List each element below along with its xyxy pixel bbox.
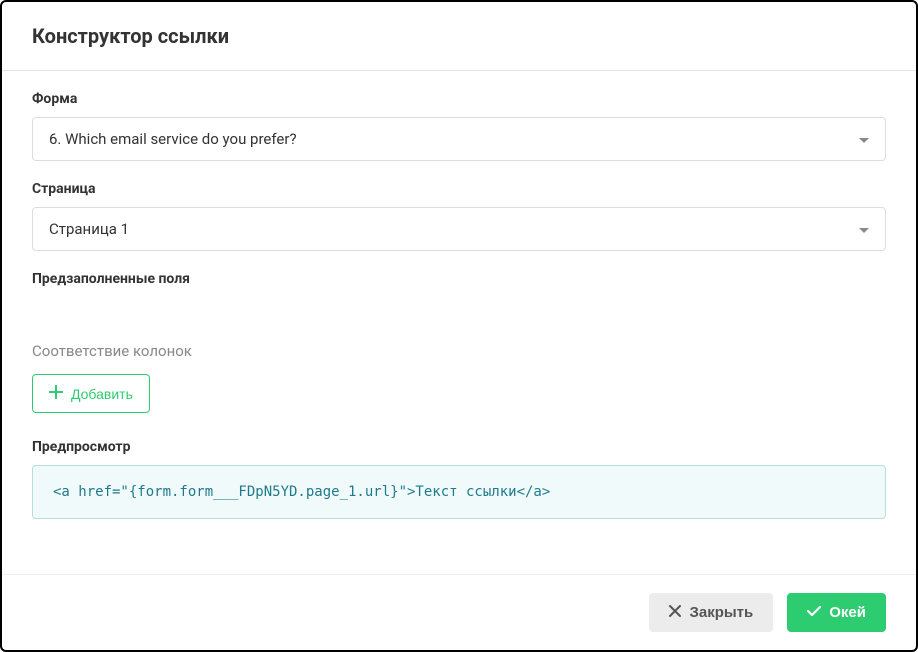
- modal-header: Конструктор ссылки: [2, 2, 916, 71]
- caret-down-icon: [859, 220, 869, 238]
- page-select-value: Страница 1: [49, 220, 129, 238]
- page-select[interactable]: Страница 1: [32, 207, 886, 251]
- close-button[interactable]: Закрыть: [649, 593, 773, 632]
- ok-button[interactable]: Окей: [787, 593, 886, 632]
- caret-down-icon: [859, 130, 869, 148]
- prefilled-fields-label: Предзаполненные поля: [32, 271, 886, 287]
- columns-group: Соответствие колонок: [32, 342, 886, 360]
- modal-title: Конструктор ссылки: [32, 24, 886, 48]
- plus-icon: [49, 385, 63, 402]
- ok-button-label: Окей: [829, 604, 866, 621]
- page-field-group: Страница Страница 1: [32, 181, 886, 251]
- check-icon: [807, 604, 821, 621]
- modal-footer: Закрыть Окей: [2, 574, 916, 650]
- modal-body: Форма 6. Which email service do you pref…: [2, 71, 916, 574]
- form-label: Форма: [32, 91, 886, 107]
- prefilled-fields-group: Предзаполненные поля: [32, 271, 886, 287]
- add-button-label: Добавить: [71, 386, 133, 402]
- form-field-group: Форма 6. Which email service do you pref…: [32, 91, 886, 161]
- preview-output[interactable]: <a href="{form.form___FDpN5YD.page_1.url…: [32, 465, 886, 519]
- link-builder-modal: Конструктор ссылки Форма 6. Which email …: [0, 0, 918, 652]
- form-select[interactable]: 6. Which email service do you prefer?: [32, 117, 886, 161]
- close-button-label: Закрыть: [689, 604, 753, 621]
- form-select-value: 6. Which email service do you prefer?: [49, 130, 297, 148]
- close-icon: [669, 604, 681, 621]
- preview-label: Предпросмотр: [32, 439, 886, 455]
- columns-label: Соответствие колонок: [32, 342, 886, 360]
- page-label: Страница: [32, 181, 886, 197]
- add-button[interactable]: Добавить: [32, 374, 150, 413]
- preview-group: Предпросмотр <a href="{form.form___FDpN5…: [32, 439, 886, 519]
